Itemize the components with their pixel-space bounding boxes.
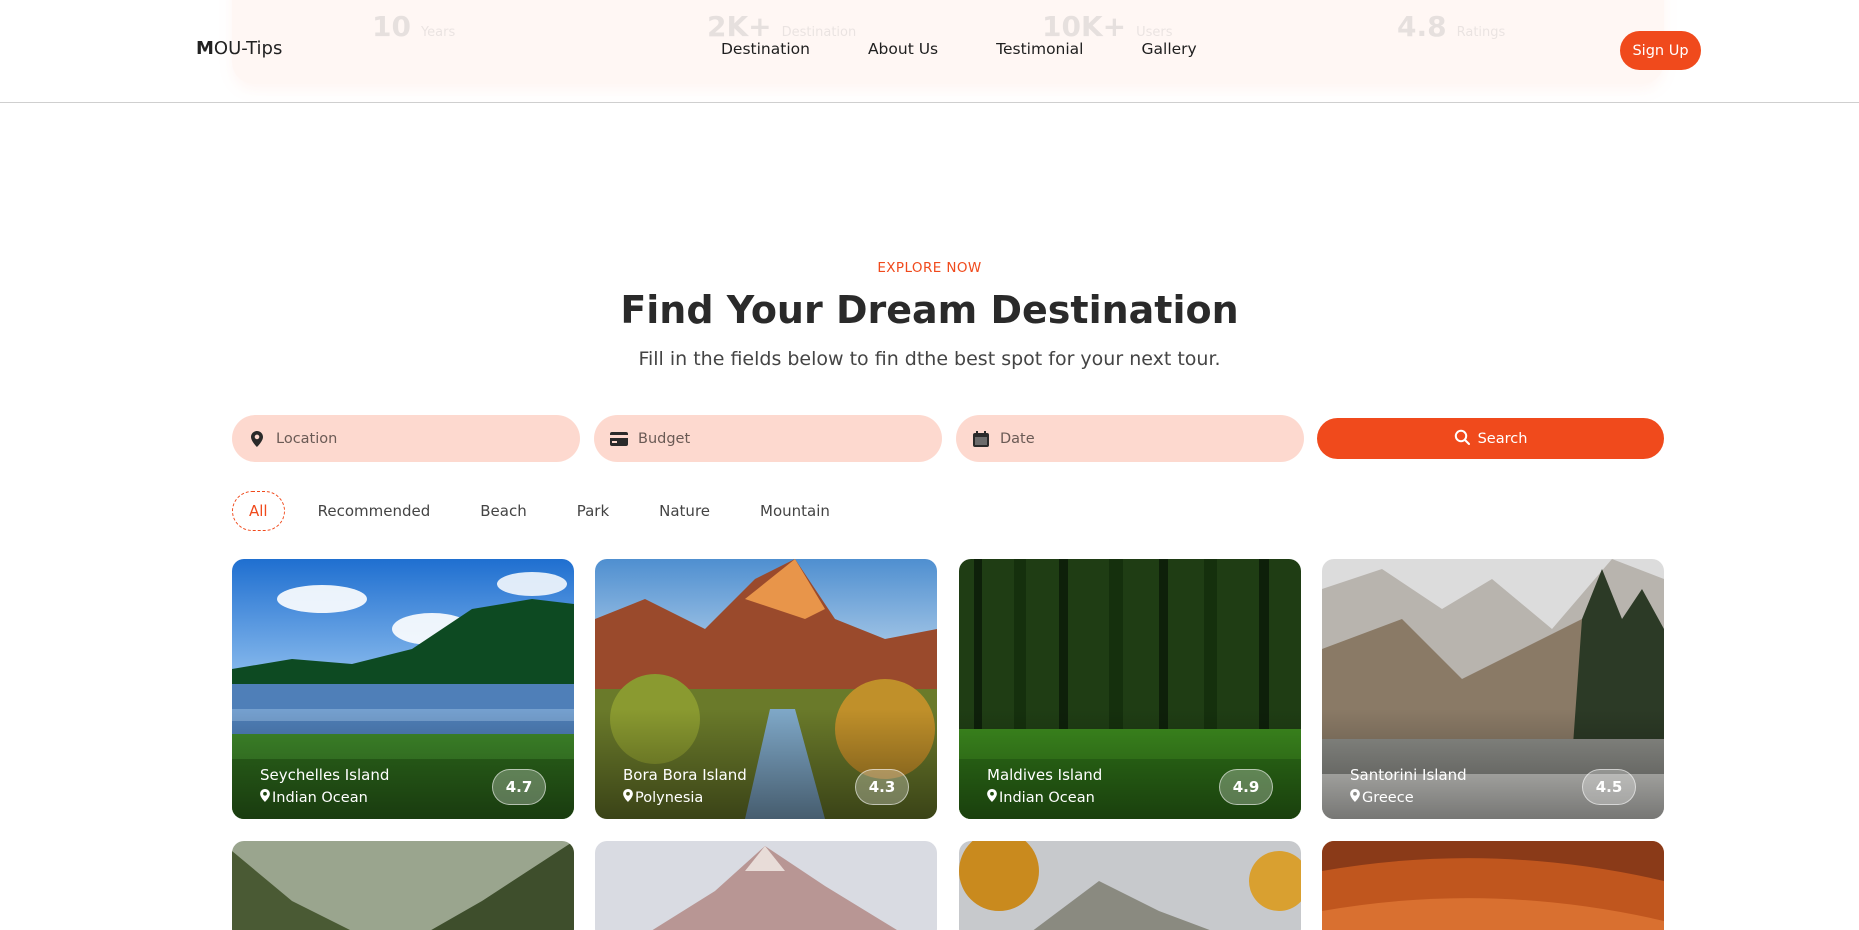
map-pin-icon xyxy=(248,430,266,448)
budget-field[interactable] xyxy=(594,415,942,462)
destination-photo xyxy=(595,841,937,930)
category-filters: All Recommended Beach Park Nature Mounta… xyxy=(232,491,855,531)
destination-location: Polynesia xyxy=(623,789,703,806)
rating-badge: 4.3 xyxy=(855,769,909,805)
destination-name: Santorini Island xyxy=(1350,766,1467,784)
filter-all[interactable]: All xyxy=(232,491,285,531)
destination-card[interactable] xyxy=(595,841,937,930)
rating-badge: 4.9 xyxy=(1219,769,1273,805)
filter-nature[interactable]: Nature xyxy=(634,491,735,531)
destination-card[interactable] xyxy=(232,841,574,930)
main-nav: Destination About Us Testimonial Gallery xyxy=(721,40,1197,58)
destination-card[interactable]: Seychelles Island Indian Ocean 4.7 xyxy=(232,559,574,819)
wallet-icon xyxy=(610,430,628,448)
destination-card[interactable]: Santorini Island Greece 4.5 xyxy=(1322,559,1664,819)
map-pin-icon xyxy=(987,789,997,806)
destination-name: Seychelles Island xyxy=(260,766,390,784)
nav-about-us[interactable]: About Us xyxy=(868,40,938,58)
map-pin-icon xyxy=(1350,789,1360,806)
date-input[interactable] xyxy=(1000,430,1280,447)
destination-card[interactable]: Bora Bora Island Polynesia 4.3 xyxy=(595,559,937,819)
map-pin-icon xyxy=(623,789,633,806)
calendar-icon xyxy=(972,430,990,448)
destination-photo xyxy=(959,841,1301,930)
filter-mountain[interactable]: Mountain xyxy=(735,491,855,531)
rating-badge: 4.5 xyxy=(1582,769,1636,805)
page-subtitle: Fill in the fields below to fin dthe bes… xyxy=(638,348,1221,370)
destination-photo xyxy=(232,841,574,930)
filter-recommended[interactable]: Recommended xyxy=(293,491,456,531)
page-title: Find Your Dream Destination xyxy=(620,288,1239,332)
signup-button[interactable]: Sign Up xyxy=(1620,31,1701,70)
budget-input[interactable] xyxy=(638,430,918,447)
search-icon xyxy=(1454,429,1470,449)
logo-text: OU-Tips xyxy=(213,38,283,59)
nav-destination[interactable]: Destination xyxy=(721,40,810,58)
section-eyebrow: EXPLORE NOW xyxy=(877,260,982,276)
date-field[interactable] xyxy=(956,415,1304,462)
destination-card[interactable] xyxy=(959,841,1301,930)
site-header: M OU-Tips Destination About Us Testimoni… xyxy=(0,0,1859,103)
destination-photo xyxy=(1322,841,1664,930)
filter-park[interactable]: Park xyxy=(552,491,634,531)
destination-name: Maldives Island xyxy=(987,766,1103,784)
rating-badge: 4.7 xyxy=(492,769,546,805)
destination-card[interactable] xyxy=(1322,841,1664,930)
location-input[interactable] xyxy=(276,430,556,447)
logo-mark: M xyxy=(196,38,214,59)
filter-beach[interactable]: Beach xyxy=(455,491,551,531)
nav-testimonial[interactable]: Testimonial xyxy=(996,40,1083,58)
destination-card[interactable]: Maldives Island Indian Ocean 4.9 xyxy=(959,559,1301,819)
location-field[interactable] xyxy=(232,415,580,462)
map-pin-icon xyxy=(260,789,270,806)
logo[interactable]: M OU-Tips xyxy=(196,38,282,59)
destination-location: Indian Ocean xyxy=(987,789,1095,806)
destination-location: Greece xyxy=(1350,789,1414,806)
search-button-label: Search xyxy=(1477,430,1528,447)
destination-location: Indian Ocean xyxy=(260,789,368,806)
destination-name: Bora Bora Island xyxy=(623,766,747,784)
nav-gallery[interactable]: Gallery xyxy=(1142,40,1197,58)
search-button[interactable]: Search xyxy=(1317,418,1664,459)
